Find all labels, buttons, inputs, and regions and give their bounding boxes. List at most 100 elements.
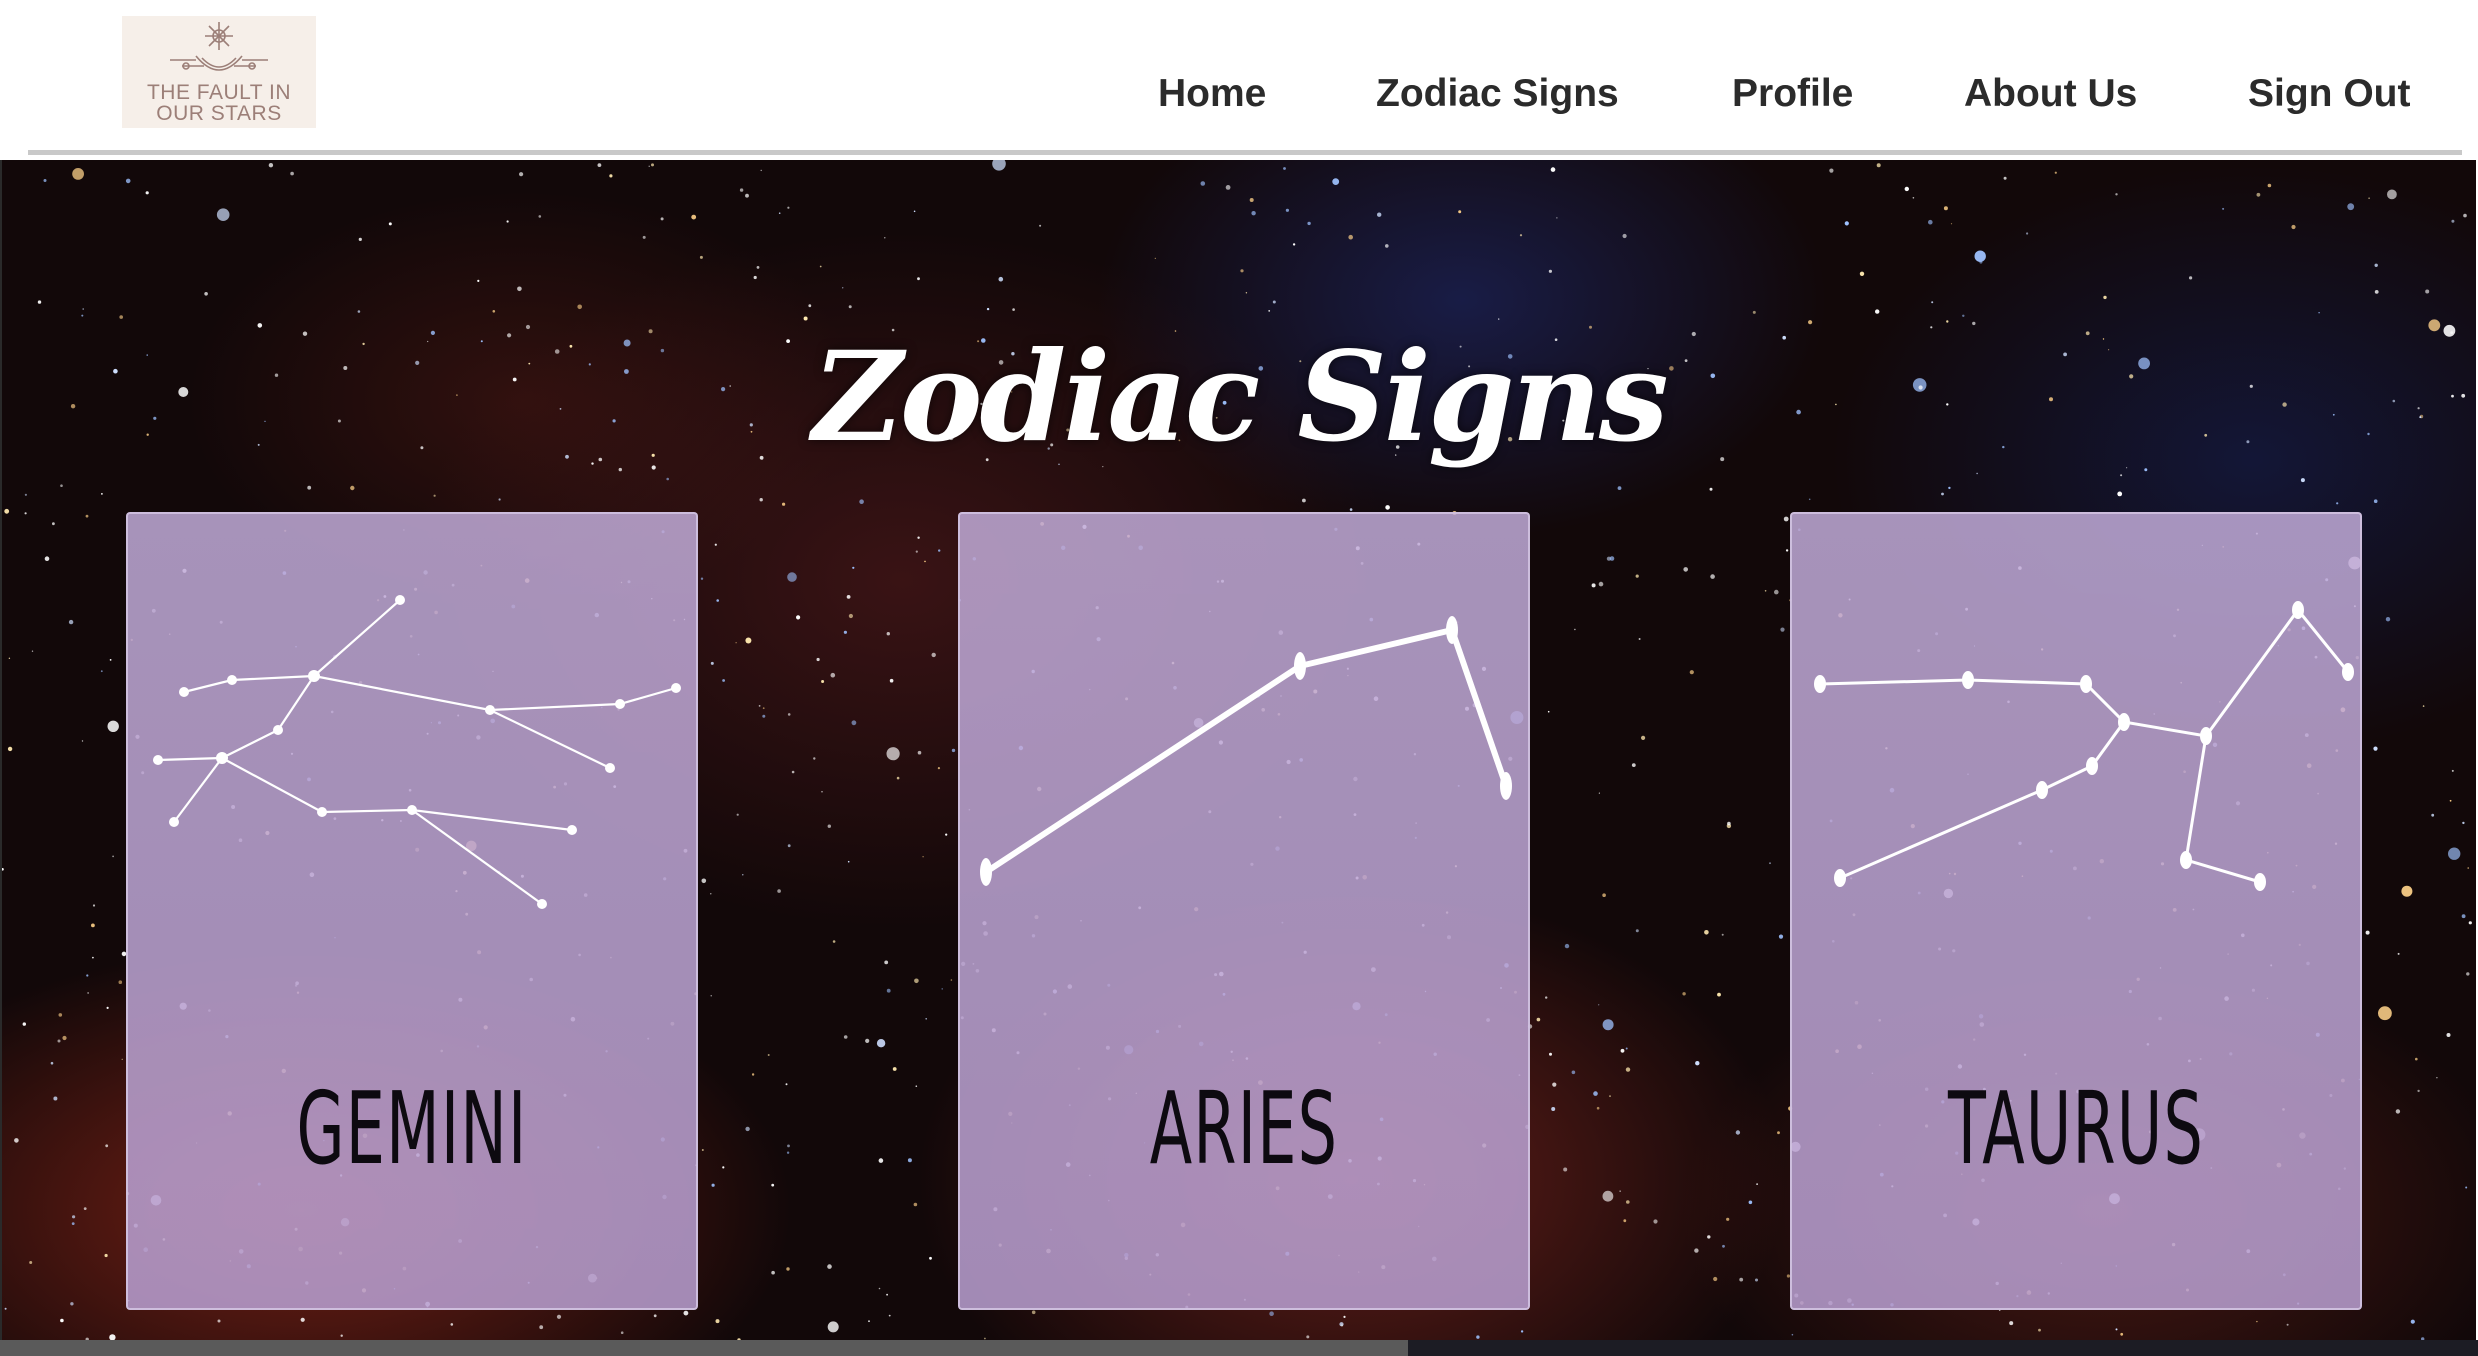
star <box>1783 516 1789 522</box>
star <box>556 1314 562 1319</box>
star <box>683 1310 689 1316</box>
star <box>2378 1006 2392 1021</box>
star <box>642 235 646 239</box>
star <box>745 637 752 644</box>
star <box>827 1321 839 1333</box>
star <box>2336 502 2339 505</box>
star <box>1617 486 1622 490</box>
star <box>216 208 230 221</box>
star <box>60 484 63 488</box>
nav-zodiac-signs[interactable]: Zodiac Signs <box>1376 66 1619 122</box>
star <box>986 307 990 311</box>
star <box>1876 163 1881 168</box>
star <box>777 889 781 893</box>
star <box>86 974 89 977</box>
star <box>1302 498 1306 503</box>
star <box>2117 491 2123 497</box>
star <box>876 1039 886 1048</box>
star <box>2347 203 2355 211</box>
star <box>1547 710 1550 713</box>
site-logo[interactable]: THE FAULT IN OUR STARS <box>122 16 316 128</box>
page-title: Zodiac Signs <box>812 325 1668 471</box>
star <box>1598 581 1604 587</box>
site-header: THE FAULT IN OUR STARS Home Zodiac Signs… <box>0 0 2478 160</box>
star <box>1602 1190 1614 1202</box>
star <box>1638 638 1641 640</box>
star <box>2410 1319 2415 1324</box>
star <box>886 632 890 636</box>
star <box>878 1158 884 1163</box>
star <box>710 661 714 665</box>
star <box>1694 1248 1699 1253</box>
star <box>1739 1277 1744 1282</box>
star <box>1769 862 1771 865</box>
star <box>1272 300 1276 304</box>
star <box>859 499 864 505</box>
logo-text: THE FAULT IN OUR STARS <box>122 82 316 124</box>
nav-profile[interactable]: Profile <box>1732 66 1853 122</box>
star <box>82 308 84 310</box>
star <box>1635 929 1639 933</box>
star <box>2449 799 2452 802</box>
star <box>1249 198 1254 202</box>
star <box>577 304 582 310</box>
star <box>1653 1219 1658 1224</box>
star <box>1339 1322 1344 1327</box>
star <box>1808 320 1813 325</box>
star <box>1780 627 1785 632</box>
star <box>2103 295 2107 300</box>
star <box>91 923 95 928</box>
star <box>29 1261 33 1264</box>
star <box>937 767 941 770</box>
star <box>785 1083 788 1086</box>
star <box>1225 185 1231 190</box>
star <box>1556 217 1558 219</box>
star <box>1710 574 1715 579</box>
nav-about-us[interactable]: About Us <box>1964 66 2137 122</box>
star <box>950 979 953 981</box>
star <box>760 169 762 172</box>
star <box>1458 210 1462 214</box>
star <box>1598 792 1600 794</box>
star <box>433 494 436 497</box>
star <box>1704 930 1709 935</box>
star <box>865 1038 870 1043</box>
star <box>648 165 650 167</box>
star <box>2267 183 2272 188</box>
star <box>307 485 312 490</box>
star <box>506 220 509 223</box>
star <box>492 310 496 313</box>
star <box>109 659 112 661</box>
star <box>782 502 786 506</box>
star <box>1593 1091 1598 1096</box>
zodiac-card-aries[interactable]: ARIES <box>958 512 1530 1310</box>
star <box>1332 178 1340 185</box>
star <box>1591 583 1596 588</box>
star <box>2431 813 2435 817</box>
zodiac-card-gemini[interactable]: GEMINI <box>126 512 698 1310</box>
star <box>758 705 761 707</box>
star <box>1596 1106 1600 1110</box>
star <box>7 746 13 752</box>
star <box>851 720 857 726</box>
star <box>2466 972 2470 976</box>
star <box>2120 1332 2124 1336</box>
zodiac-card-label: ARIES <box>1149 1070 1339 1187</box>
star <box>819 265 822 268</box>
star <box>915 550 918 553</box>
star <box>917 277 920 281</box>
star <box>60 1318 64 1323</box>
star <box>1268 310 1271 312</box>
star <box>808 304 812 308</box>
star <box>827 824 831 828</box>
star <box>125 178 131 184</box>
star <box>1498 318 1500 320</box>
star <box>81 314 84 317</box>
nav-sign-out[interactable]: Sign Out <box>2248 66 2410 122</box>
star <box>821 791 823 793</box>
star <box>2300 478 2305 483</box>
star <box>735 642 737 644</box>
zodiac-card-taurus[interactable]: TAURUS <box>1790 512 2362 1310</box>
nav-home[interactable]: Home <box>1158 66 1266 122</box>
star <box>786 1151 790 1154</box>
